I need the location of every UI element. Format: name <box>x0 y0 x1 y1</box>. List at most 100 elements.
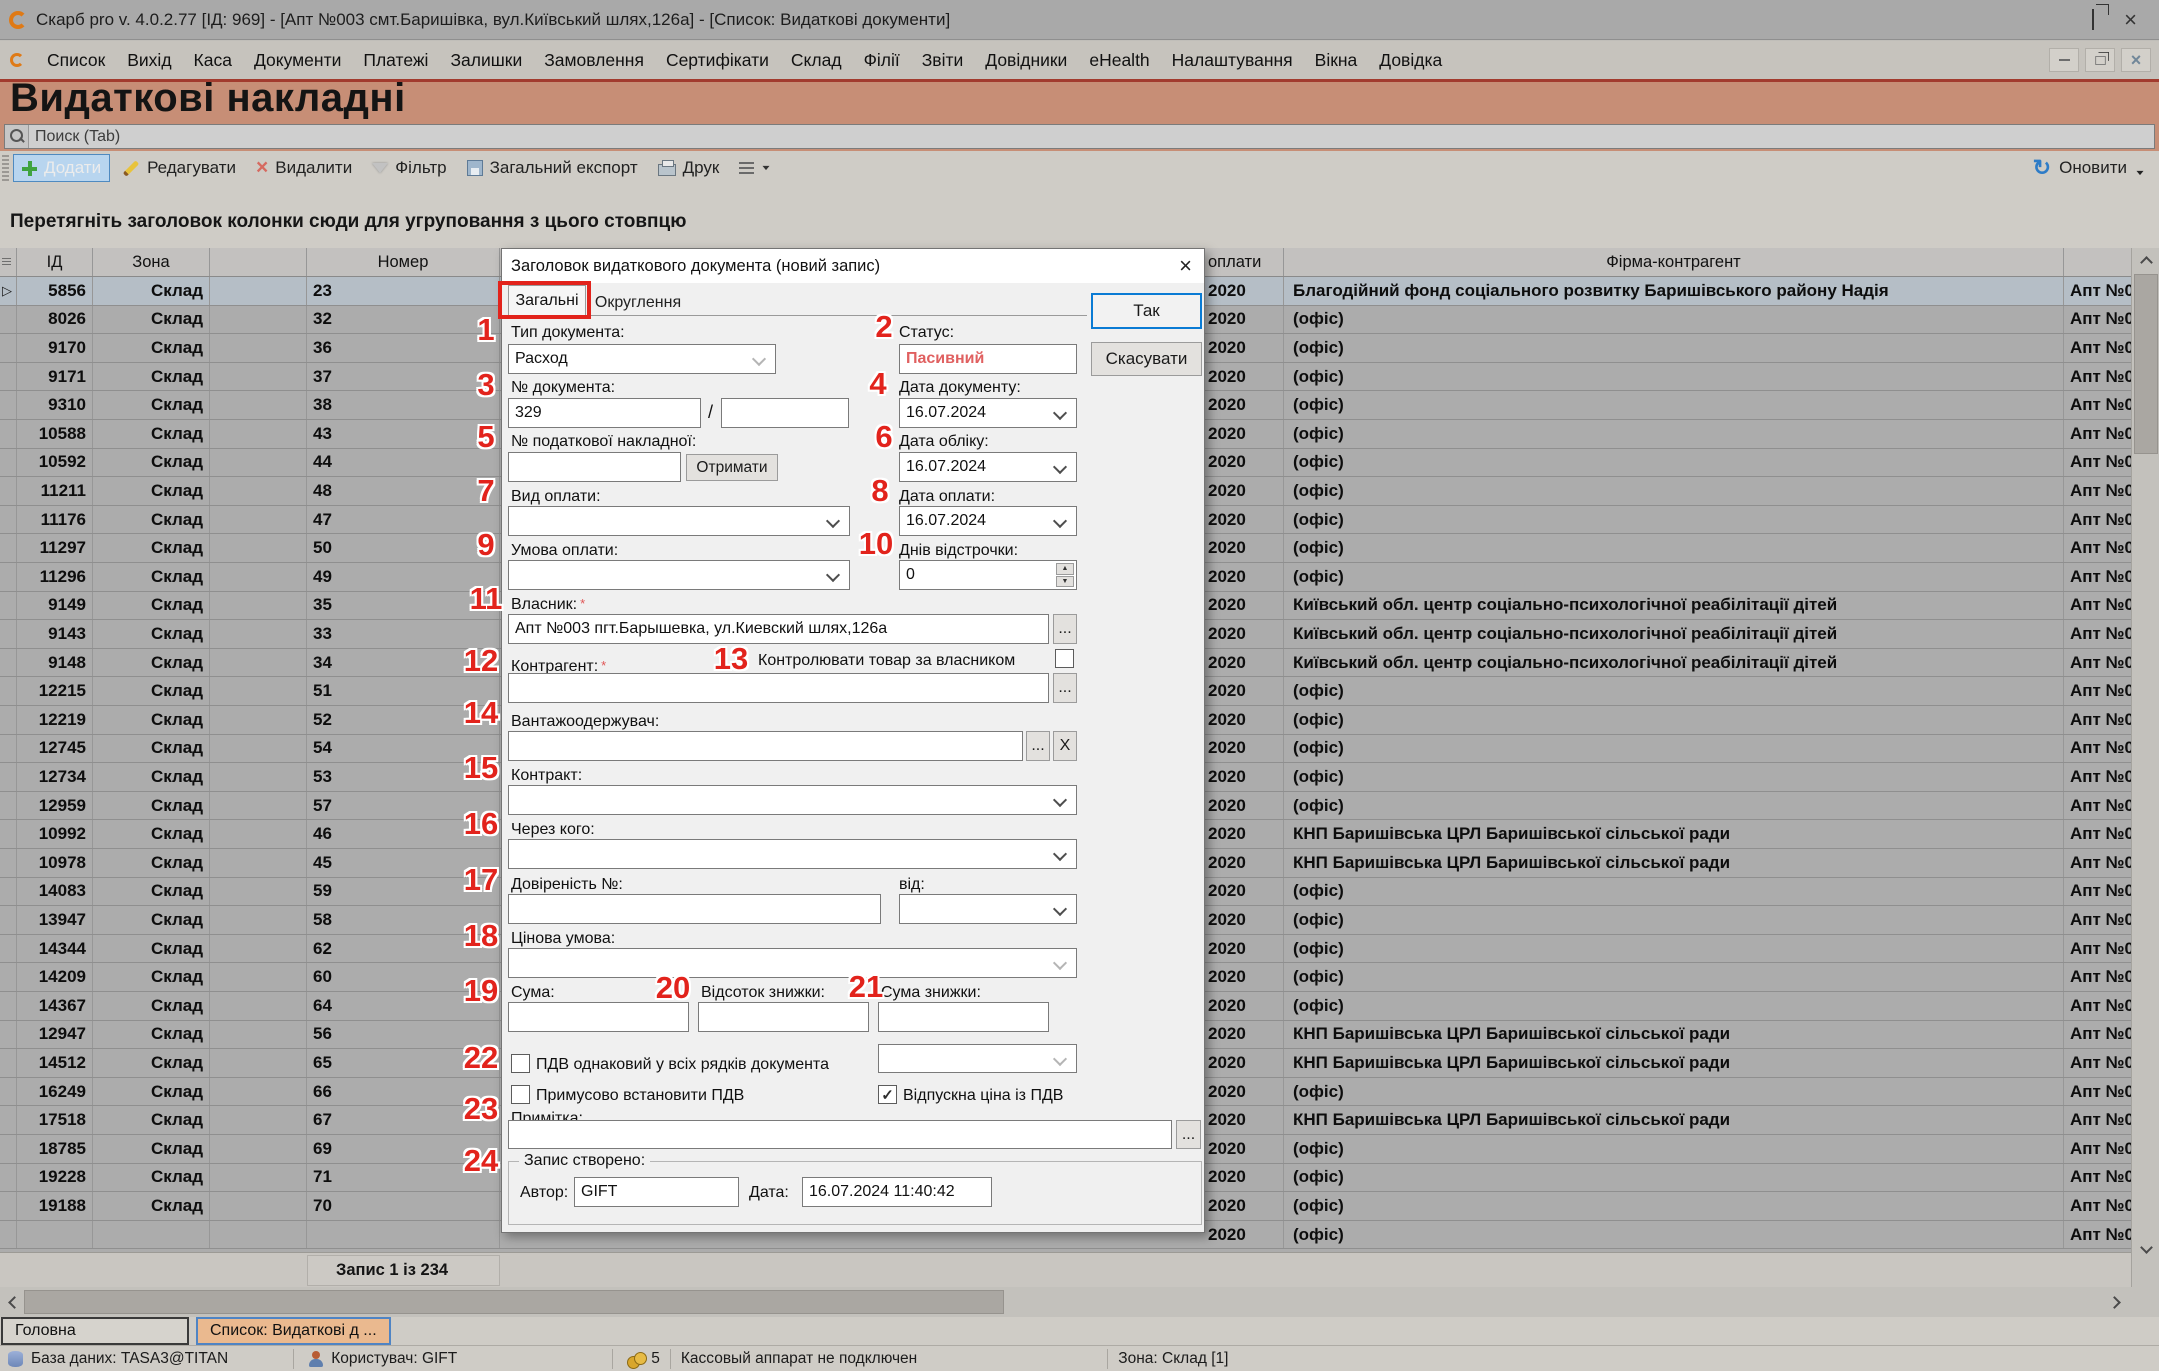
payment-type-select[interactable] <box>508 506 850 536</box>
group-by-hint: Перетягніть заголовок колонки сюди для у… <box>10 211 687 232</box>
window-tab[interactable]: Список: Видаткові д ... <box>196 1317 391 1345</box>
stepper-up-icon[interactable]: ▲ <box>1056 563 1074 575</box>
owner-input[interactable]: Апт №003 пгт.Барышевка, ул.Киевский шлях… <box>508 614 1049 644</box>
window-tab[interactable]: Головна <box>1 1317 189 1345</box>
delete-button[interactable]: × Видалити <box>248 155 360 181</box>
menu-item[interactable]: Список <box>36 50 116 71</box>
mdi-close-icon[interactable]: × <box>2121 48 2151 72</box>
payment-date-select[interactable]: 16.07.2024 <box>899 506 1077 536</box>
cell-firm: (офіс) <box>1284 706 2064 734</box>
menu-item[interactable]: Каса <box>183 50 243 71</box>
price-condition-select[interactable] <box>508 948 1077 978</box>
consignee-input[interactable] <box>508 731 1023 761</box>
grid-options-icon[interactable] <box>2 258 11 266</box>
menu-item[interactable]: Довідники <box>974 50 1078 71</box>
payment-condition-select[interactable] <box>508 560 850 590</box>
header-zone[interactable]: Зона <box>93 248 210 276</box>
note-input[interactable] <box>508 1120 1172 1149</box>
discount-percent-input[interactable] <box>698 1002 869 1032</box>
proxy-number-input[interactable] <box>508 894 881 924</box>
vat-rate-select[interactable] <box>878 1044 1077 1073</box>
menu-item[interactable]: Вихід <box>116 50 182 71</box>
consignee-browse-button[interactable]: ... <box>1026 731 1050 761</box>
menu-item[interactable]: Налаштування <box>1161 50 1304 71</box>
price-condition-label: Цінова умова: <box>511 930 616 947</box>
mdi-minimize-icon[interactable] <box>2049 48 2079 72</box>
vat-force-checkbox[interactable] <box>511 1085 530 1104</box>
refresh-button[interactable]: ↻ Оновити <box>2033 157 2159 179</box>
view-options-button[interactable] <box>731 159 779 177</box>
tab-rounding[interactable]: Округлення <box>587 288 689 318</box>
header-id[interactable]: ІД <box>17 248 93 276</box>
doc-type-select[interactable]: Расход <box>508 344 776 374</box>
dialog-titlebar[interactable]: Заголовок видаткового документа (новий з… <box>502 249 1204 283</box>
contragent-browse-button[interactable]: ... <box>1053 673 1077 703</box>
doc-number-input[interactable]: 329 <box>508 398 701 428</box>
toolbar-grip[interactable] <box>2 155 9 181</box>
doc-date-select[interactable]: 16.07.2024 <box>899 398 1077 428</box>
note-browse-button[interactable]: ... <box>1176 1120 1201 1149</box>
stepper-arrows[interactable]: ▲ ▼ <box>1056 563 1074 587</box>
cell-empty <box>210 1106 307 1134</box>
doc-number2-input[interactable] <box>721 398 849 428</box>
get-tax-number-button[interactable]: Отримати <box>686 454 778 481</box>
scroll-left-icon[interactable] <box>0 1290 24 1314</box>
mdi-restore-icon[interactable] <box>2085 48 2115 72</box>
menu-item[interactable]: Вікна <box>1304 50 1369 71</box>
filter-button[interactable]: Фільтр <box>364 155 454 181</box>
menu-item[interactable]: Довідка <box>1368 50 1453 71</box>
add-button[interactable]: Додати <box>13 154 111 182</box>
consignee-clear-button[interactable]: X <box>1053 731 1077 761</box>
cell-firm: (офіс) <box>1284 992 2064 1020</box>
dialog-close-icon[interactable]: × <box>1179 253 1192 279</box>
contragent-input[interactable] <box>508 673 1049 703</box>
cancel-button[interactable]: Скасувати <box>1091 342 1202 376</box>
mdi-child-icon[interactable] <box>10 53 24 67</box>
scroll-down-icon[interactable] <box>2132 1237 2159 1261</box>
via-whom-select[interactable] <box>508 839 1077 869</box>
row-indicator <box>0 648 17 677</box>
edit-button[interactable]: Редагувати <box>114 155 244 181</box>
control-by-owner-checkbox[interactable] <box>1055 649 1074 668</box>
vertical-scrollbar[interactable] <box>2131 248 2159 1287</box>
account-date-select[interactable]: 16.07.2024 <box>899 452 1077 482</box>
vat-same-checkbox[interactable] <box>511 1054 530 1073</box>
menu-item[interactable]: Звіти <box>911 50 975 71</box>
discount-sum-input[interactable] <box>878 1002 1049 1032</box>
cell-firm: (офіс) <box>1284 963 2064 991</box>
search-input[interactable]: Поиск (Tab) <box>4 124 2155 149</box>
header-empty[interactable] <box>210 248 307 276</box>
horizontal-scroll-thumb[interactable] <box>24 1290 1004 1314</box>
delay-days-stepper[interactable]: 0 ▲ ▼ <box>899 560 1077 590</box>
scroll-right-icon[interactable] <box>2104 1290 2128 1314</box>
restore-icon[interactable] <box>2092 8 2095 30</box>
vertical-scroll-thumb[interactable] <box>2134 274 2158 454</box>
menu-item[interactable]: Філії <box>853 50 911 71</box>
tax-invoice-input[interactable] <box>508 452 681 482</box>
proxy-from-select[interactable] <box>899 894 1077 924</box>
menu-item[interactable]: Склад <box>780 50 853 71</box>
cell-empty <box>210 992 307 1020</box>
refresh-dropdown-icon[interactable] <box>2136 170 2144 176</box>
print-button[interactable]: Друк <box>650 155 728 181</box>
header-pharmacy[interactable] <box>2064 248 2131 276</box>
menu-item[interactable]: Платежі <box>352 50 439 71</box>
header-firm[interactable]: Фірма-контрагент <box>1284 248 2064 276</box>
menu-item[interactable]: Залишки <box>439 50 533 71</box>
owner-browse-button[interactable]: ... <box>1053 614 1077 644</box>
menu-item[interactable]: Замовлення <box>533 50 655 71</box>
horizontal-scrollbar[interactable] <box>0 1287 2159 1317</box>
menu-item[interactable]: Сертифікати <box>655 50 780 71</box>
export-button[interactable]: Загальний експорт <box>459 155 646 181</box>
header-number[interactable]: Номер <box>307 248 500 276</box>
cell-zone: Склад <box>93 992 210 1020</box>
stepper-down-icon[interactable]: ▼ <box>1056 575 1074 587</box>
menu-item[interactable]: Документи <box>243 50 352 71</box>
sum-input[interactable] <box>508 1002 689 1032</box>
scroll-up-icon[interactable] <box>2132 248 2159 272</box>
contract-select[interactable] <box>508 785 1077 815</box>
vat-included-checkbox[interactable]: ✓ <box>878 1085 897 1104</box>
menu-item[interactable]: eHealth <box>1078 50 1160 71</box>
ok-button[interactable]: Так <box>1091 293 1202 329</box>
close-icon[interactable]: × <box>2124 8 2137 30</box>
